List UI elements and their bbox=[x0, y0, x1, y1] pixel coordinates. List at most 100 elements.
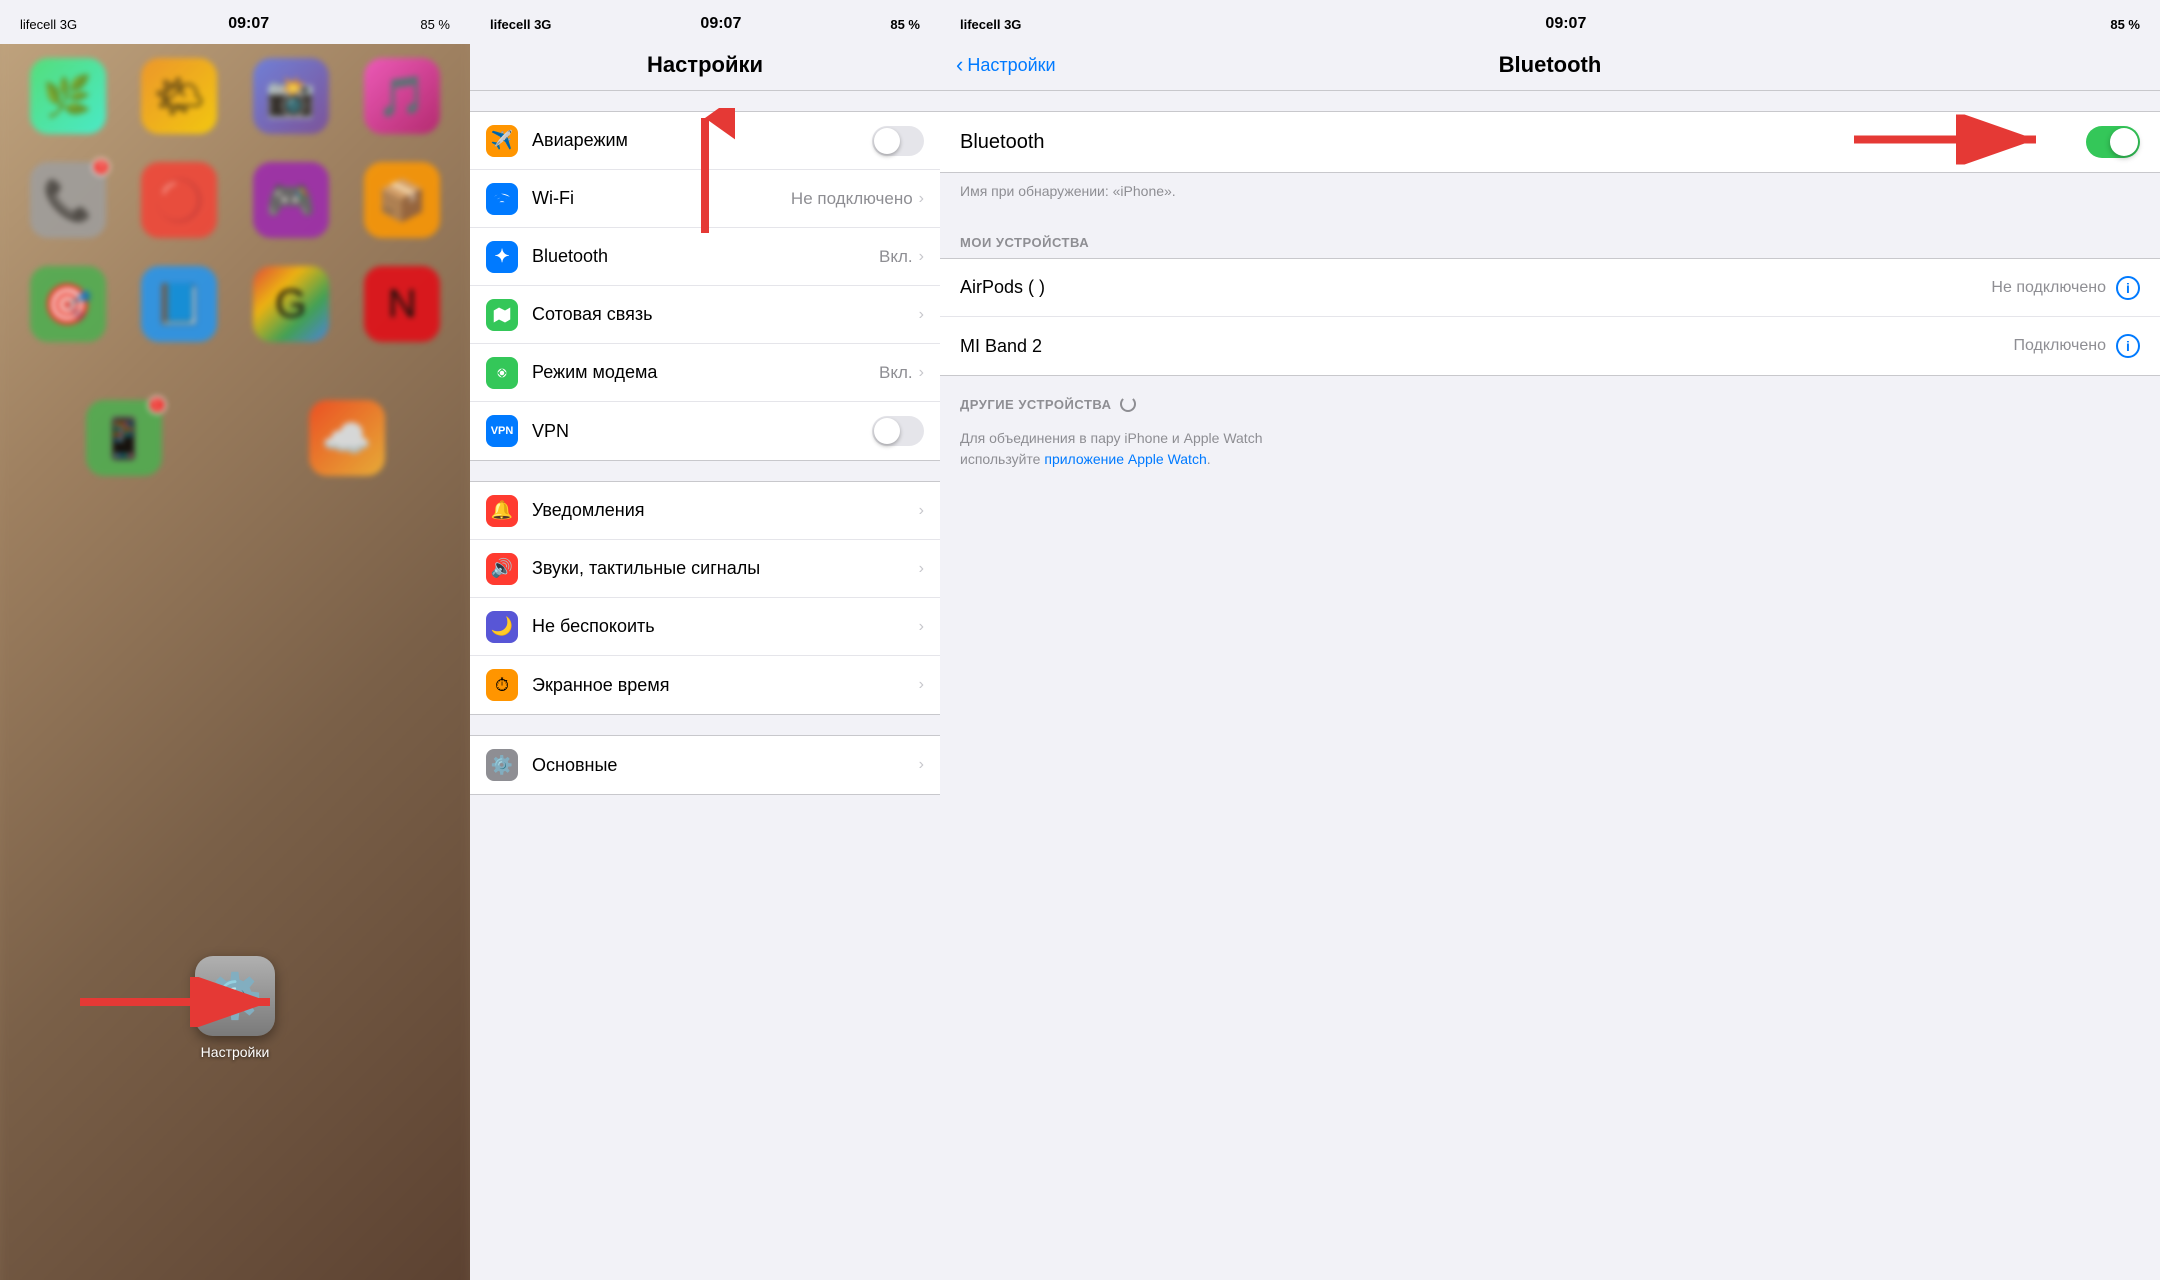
bluetooth-row[interactable]: ✦ Bluetooth Вкл. › bbox=[470, 228, 940, 286]
scanning-spinner bbox=[1120, 396, 1136, 412]
bt-carrier: lifecell 3G bbox=[960, 17, 1021, 32]
app-icon-3[interactable]: 📸 bbox=[253, 58, 329, 134]
dnd-icon: 🌙 bbox=[486, 611, 518, 643]
app-icon-1[interactable]: 🌿 bbox=[30, 58, 106, 134]
my-devices-header: МОИ УСТРОЙСТВА bbox=[940, 215, 2160, 258]
bluetooth-chevron: › bbox=[919, 248, 924, 266]
airpods-status: Не подключено bbox=[1991, 279, 2106, 297]
airplane-toggle[interactable] bbox=[872, 126, 924, 156]
arrow-to-settings bbox=[80, 977, 290, 1032]
wifi-label: Wi-Fi bbox=[532, 188, 791, 209]
vpn-label: VPN bbox=[532, 421, 872, 442]
sounds-label: Звуки, тактильные сигналы bbox=[532, 558, 919, 579]
general-section: ⚙️ Основные › bbox=[470, 735, 940, 795]
my-devices-section: AirPods ( ) Не подключено i MI Band 2 По… bbox=[940, 258, 2160, 376]
settings-label: Настройки bbox=[201, 1044, 270, 1060]
miband-status: Подключено bbox=[2013, 337, 2106, 355]
bluetooth-value: Вкл. bbox=[879, 247, 913, 267]
general-row[interactable]: ⚙️ Основные › bbox=[470, 736, 940, 794]
app-icon-phone[interactable]: 📱 1 bbox=[86, 400, 162, 476]
app-icon-8[interactable]: 📦 bbox=[364, 162, 440, 238]
bt-time: 09:07 bbox=[1545, 15, 1586, 33]
app-icon-google[interactable]: G bbox=[253, 266, 329, 342]
app-icon-10[interactable]: 📘 bbox=[141, 266, 217, 342]
hotspot-value: Вкл. bbox=[879, 363, 913, 383]
screentime-row[interactable]: ⏱ Экранное время › bbox=[470, 656, 940, 714]
app-icon-2[interactable]: 🌤 bbox=[141, 58, 217, 134]
home-screen: lifecell 3G 09:07 85 % 🌿 🌤 📸 🎵 📞 3 🔴 🎮 📦… bbox=[0, 0, 470, 1280]
vpn-toggle[interactable] bbox=[872, 416, 924, 446]
screentime-chevron: › bbox=[919, 676, 924, 694]
bluetooth-panel: lifecell 3G 09:07 85 % ‹ Настройки Bluet… bbox=[940, 0, 2160, 1280]
app-icon-7[interactable]: 🎮 bbox=[253, 162, 329, 238]
bt-title: Bluetooth bbox=[1499, 52, 1602, 78]
bt-back-chevron-icon: ‹ bbox=[956, 52, 963, 78]
vpn-icon: VPN bbox=[486, 415, 518, 447]
connectivity-section: ✈️ Авиарежим Wi-Fi Не подключено › ✦ Blu… bbox=[470, 111, 940, 461]
bluetooth-icon: ✦ bbox=[486, 241, 518, 273]
app-icon-9[interactable]: 🎯 bbox=[30, 266, 106, 342]
dnd-row[interactable]: 🌙 Не беспокоить › bbox=[470, 598, 940, 656]
dnd-label: Не беспокоить bbox=[532, 616, 919, 637]
hotspot-chevron: › bbox=[919, 364, 924, 382]
settings-battery: 85 % bbox=[890, 17, 920, 32]
sounds-icon: 🔊 bbox=[486, 553, 518, 585]
screentime-icon: ⏱ bbox=[486, 669, 518, 701]
bluetooth-label: Bluetooth bbox=[532, 246, 879, 267]
notifications-row[interactable]: 🔔 Уведомления › bbox=[470, 482, 940, 540]
other-devices-header: ДРУГИЕ УСТРОЙСТВА bbox=[940, 376, 2160, 420]
miband-name: MI Band 2 bbox=[960, 336, 2013, 357]
notifications-label: Уведомления bbox=[532, 500, 919, 521]
notifications-icon: 🔔 bbox=[486, 495, 518, 527]
airpods-name: AirPods ( ) bbox=[960, 277, 1991, 298]
hotspot-row[interactable]: Режим модема Вкл. › bbox=[470, 344, 940, 402]
sounds-chevron: › bbox=[919, 560, 924, 578]
bt-back-label: Настройки bbox=[967, 55, 1055, 76]
miband-row[interactable]: MI Band 2 Подключено i bbox=[940, 317, 2160, 375]
home-carrier: lifecell 3G bbox=[20, 17, 77, 32]
vpn-row[interactable]: VPN VPN bbox=[470, 402, 940, 460]
settings-title: Настройки bbox=[647, 52, 763, 77]
cellular-label: Сотовая связь bbox=[532, 304, 919, 325]
app-icon-6[interactable]: 🔴 bbox=[141, 162, 217, 238]
sounds-row[interactable]: 🔊 Звуки, тактильные сигналы › bbox=[470, 540, 940, 598]
airpods-row[interactable]: AirPods ( ) Не подключено i bbox=[940, 259, 2160, 317]
bt-battery: 85 % bbox=[2110, 17, 2140, 32]
cellular-chevron: › bbox=[919, 306, 924, 324]
home-battery: 85 % bbox=[420, 17, 450, 32]
notifications-chevron: › bbox=[919, 502, 924, 520]
cellular-row[interactable]: Сотовая связь › bbox=[470, 286, 940, 344]
app-icon-netflix[interactable]: N bbox=[364, 266, 440, 342]
wifi-value: Не подключено bbox=[791, 189, 913, 209]
apple-watch-link[interactable]: приложение Apple Watch bbox=[1044, 451, 1206, 467]
hotspot-label: Режим модема bbox=[532, 362, 879, 383]
app-icon-5[interactable]: 📞 3 bbox=[30, 162, 106, 238]
bt-toggle-section: Bluetooth bbox=[940, 111, 2160, 173]
settings-panel: lifecell 3G 09:07 85 % Настройки ✈️ Авиа… bbox=[470, 0, 940, 1280]
other-devices-desc: Для объединения в пару iPhone и Apple Wa… bbox=[940, 420, 2160, 482]
general-label: Основные bbox=[532, 755, 919, 776]
general-chevron: › bbox=[919, 756, 924, 774]
dnd-chevron: › bbox=[919, 618, 924, 636]
app-icon-4[interactable]: 🎵 bbox=[364, 58, 440, 134]
miband-info-button[interactable]: i bbox=[2116, 334, 2140, 358]
hotspot-icon bbox=[486, 357, 518, 389]
bt-discovery-text: Имя при обнаружении: «iPhone». bbox=[940, 173, 2160, 215]
general-icon: ⚙️ bbox=[486, 749, 518, 781]
wifi-icon bbox=[486, 183, 518, 215]
screentime-label: Экранное время bbox=[532, 675, 919, 696]
airplane-icon: ✈️ bbox=[486, 125, 518, 157]
settings-time: 09:07 bbox=[700, 15, 741, 33]
bt-back-button[interactable]: ‹ Настройки bbox=[956, 52, 1056, 78]
airpods-info-button[interactable]: i bbox=[2116, 276, 2140, 300]
arrow-up-bluetooth bbox=[675, 108, 735, 243]
wifi-chevron: › bbox=[919, 190, 924, 208]
bt-toggle[interactable] bbox=[2086, 126, 2140, 158]
app-icon-soundcloud[interactable]: ☁️ bbox=[309, 400, 385, 476]
home-time: 09:07 bbox=[228, 15, 269, 33]
notifications-section: 🔔 Уведомления › 🔊 Звуки, тактильные сигн… bbox=[470, 481, 940, 715]
cellular-icon bbox=[486, 299, 518, 331]
bt-toggle-row: Bluetooth bbox=[940, 112, 2160, 172]
arrow-to-toggle bbox=[1854, 115, 2054, 170]
settings-carrier: lifecell 3G bbox=[490, 17, 551, 32]
